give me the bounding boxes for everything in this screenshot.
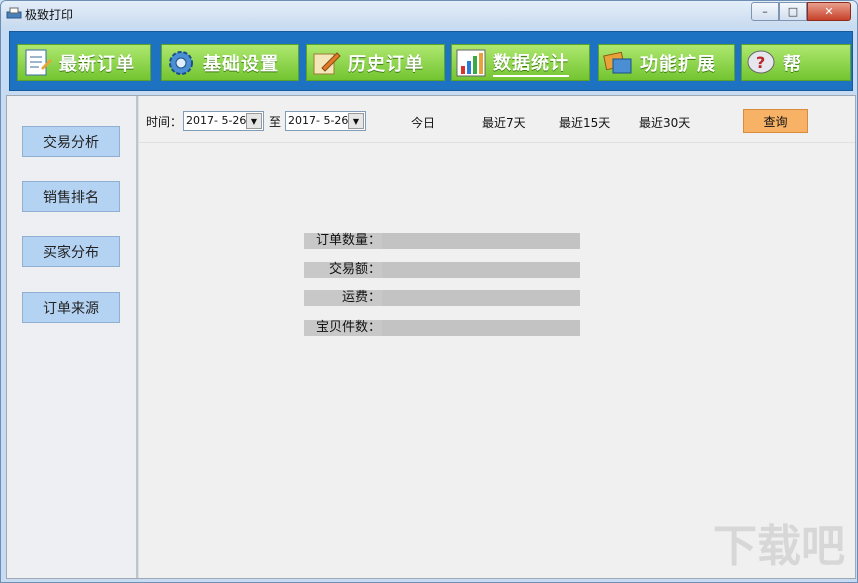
range-last-15-days[interactable]: 最近15天 <box>559 114 610 131</box>
nav-label: 基础设置 <box>203 53 279 75</box>
content-area: 交易分析 销售排名 买家分布 订单来源 时间： 2017- 5-26 ▼ 至 2… <box>6 95 856 579</box>
stat-value <box>382 262 580 278</box>
sidebar: 交易分析 销售排名 买家分布 订单来源 <box>7 96 138 578</box>
order-form-icon <box>25 49 52 75</box>
stat-label: 订单数量： <box>304 233 383 249</box>
start-date-picker[interactable]: 2017- 5-26 ▼ <box>183 111 264 131</box>
watermark: 下载吧 <box>713 521 845 572</box>
query-button[interactable]: 查询 <box>743 109 808 133</box>
top-nav: 最新订单 基础设置 历史订单 数据统计 功能扩展 ? 帮 <box>9 31 853 91</box>
close-button[interactable]: ✕ <box>807 2 851 21</box>
end-date-value: 2017- 5-26 <box>288 114 349 127</box>
to-label: 至 <box>269 115 282 129</box>
nav-basic-settings[interactable]: 基础设置 <box>161 44 299 81</box>
help-question-icon: ? <box>747 50 775 73</box>
nav-help[interactable]: ? 帮 <box>741 44 851 81</box>
bar-chart-icon <box>456 49 486 76</box>
dropdown-arrow-icon[interactable]: ▼ <box>246 113 262 129</box>
nav-label: 帮 <box>783 53 802 75</box>
maximize-button[interactable]: □ <box>779 2 807 21</box>
minimize-button[interactable]: – <box>751 2 779 21</box>
nav-feature-extensions[interactable]: 功能扩展 <box>598 44 735 81</box>
sidebar-item-order-source[interactable]: 订单来源 <box>22 292 120 323</box>
stat-value <box>382 290 580 306</box>
end-date-picker[interactable]: 2017- 5-26 ▼ <box>285 111 366 131</box>
gear-icon <box>169 50 193 75</box>
range-today[interactable]: 今日 <box>411 114 435 131</box>
window-title: 极致打印 <box>25 8 74 22</box>
nav-label: 功能扩展 <box>640 53 716 75</box>
nav-label: 历史订单 <box>348 53 424 75</box>
nav-data-statistics[interactable]: 数据统计 <box>451 44 590 81</box>
sidebar-item-buyer-distribution[interactable]: 买家分布 <box>22 236 120 267</box>
time-label: 时间： <box>146 115 183 129</box>
stat-label: 运费： <box>304 290 383 306</box>
start-date-value: 2017- 5-26 <box>186 114 247 127</box>
stat-value <box>382 320 580 336</box>
stat-value <box>382 233 580 249</box>
title-bar: 极致打印 – □ ✕ <box>1 1 857 27</box>
nav-label: 最新订单 <box>59 53 135 75</box>
statistics-panel: 时间： 2017- 5-26 ▼ 至 2017- 5-26 ▼ 今日 最近7天 … <box>139 96 855 578</box>
range-last-30-days[interactable]: 最近30天 <box>639 114 690 131</box>
nav-latest-orders[interactable]: 最新订单 <box>17 44 151 81</box>
extension-cards-icon <box>603 51 632 73</box>
window-controls: – □ ✕ <box>751 2 851 21</box>
sidebar-item-transaction-analysis[interactable]: 交易分析 <box>22 126 120 157</box>
range-last-7-days[interactable]: 最近7天 <box>482 114 526 131</box>
printer-icon <box>6 7 22 19</box>
stat-label: 交易额： <box>304 262 383 278</box>
app-window: 极致打印 – □ ✕ 最新订单 基础设置 历史订单 数据统计 功能扩展 ? 帮 … <box>0 0 858 583</box>
nav-history-orders[interactable]: 历史订单 <box>306 44 445 81</box>
nav-label: 数据统计 <box>493 49 569 77</box>
svg-text:?: ? <box>756 53 765 72</box>
stat-label: 宝贝件数： <box>304 320 383 336</box>
filter-toolbar: 时间： 2017- 5-26 ▼ 至 2017- 5-26 ▼ 今日 最近7天 … <box>139 96 855 143</box>
sidebar-item-sales-ranking[interactable]: 销售排名 <box>22 181 120 212</box>
history-edit-icon <box>313 51 341 74</box>
dropdown-arrow-icon[interactable]: ▼ <box>348 113 364 129</box>
